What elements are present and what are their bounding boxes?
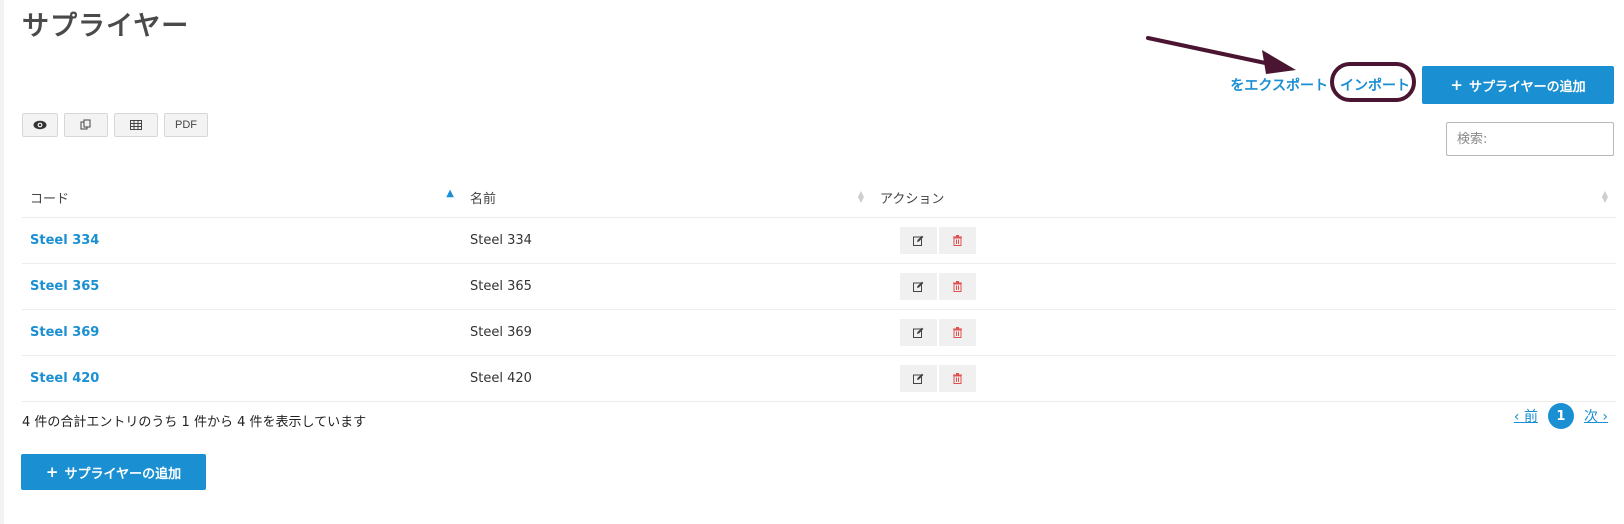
table-header-row: コード ▲ 名前 ▲ ▼ アクション ▲ ▼ (22, 177, 1616, 218)
edit-icon (913, 373, 924, 384)
table-row: Steel 334 Steel 334 (22, 217, 1616, 264)
trash-icon (953, 327, 962, 338)
table-icon (130, 120, 142, 130)
delete-button[interactable] (939, 227, 976, 254)
add-supplier-button-bottom[interactable]: + サプライヤーの追加 (21, 454, 206, 490)
chevron-right-icon: › (1602, 409, 1608, 425)
supplier-code-link[interactable]: Steel 420 (30, 371, 99, 386)
supplier-name: Steel 420 (462, 355, 872, 402)
top-actions: をエクスポート インポート + サプライヤーの追加 (1230, 62, 1614, 104)
pdf-button[interactable]: PDF (164, 113, 208, 137)
supplier-name: Steel 365 (462, 263, 872, 310)
sort-icon: ▲ ▼ (857, 189, 864, 204)
edit-button[interactable] (900, 273, 937, 300)
add-supplier-label: サプライヤーの追加 (1468, 79, 1586, 95)
edit-button[interactable] (900, 227, 937, 254)
row-actions (900, 365, 1608, 392)
trash-icon (953, 235, 962, 246)
view-toggle-button[interactable] (22, 113, 58, 137)
left-edge (0, 0, 4, 524)
search-input[interactable] (1446, 122, 1614, 156)
row-actions (900, 319, 1608, 346)
next-page-link[interactable]: 次 › (1584, 406, 1608, 426)
chevron-left-icon: ‹ (1513, 409, 1520, 425)
edit-button[interactable] (900, 365, 937, 392)
supplier-code-link[interactable]: Steel 334 (30, 233, 99, 248)
import-link[interactable]: インポート (1330, 62, 1416, 102)
column-header-name[interactable]: 名前 ▲ ▼ (462, 177, 872, 218)
eye-icon (33, 120, 47, 130)
table-info: 4 件の合計エントリのうち 1 件から 4 件を表示しています (22, 415, 367, 430)
column-header-code[interactable]: コード ▲ (22, 177, 462, 218)
page-title: サプライヤー (22, 11, 190, 42)
table-row: Steel 369 Steel 369 (22, 309, 1616, 356)
delete-button[interactable] (939, 273, 976, 300)
delete-button[interactable] (939, 319, 976, 346)
prev-page-link[interactable]: ‹ 前 (1514, 406, 1538, 426)
supplier-table: コード ▲ 名前 ▲ ▼ アクション ▲ ▼ Steel 334 Steel 334… (22, 177, 1616, 402)
column-header-actions[interactable]: アクション ▲ ▼ (872, 177, 1616, 218)
table-row: Steel 365 Steel 365 (22, 263, 1616, 310)
edit-button[interactable] (900, 319, 937, 346)
supplier-name: Steel 334 (462, 217, 872, 264)
plus-icon: + (45, 462, 59, 481)
edit-icon (913, 327, 924, 338)
edit-icon (913, 235, 924, 246)
supplier-name: Steel 369 (462, 309, 872, 356)
delete-button[interactable] (939, 365, 976, 392)
plus-icon: + (1450, 75, 1463, 94)
next-page-label: 次 (1583, 409, 1598, 425)
trash-icon (953, 281, 962, 292)
column-name-label: 名前 (470, 191, 497, 207)
column-code-label: コード (30, 191, 70, 207)
excel-button[interactable] (114, 113, 158, 137)
column-actions-label: アクション (880, 191, 945, 207)
add-supplier-button[interactable]: + サプライヤーの追加 (1422, 66, 1614, 104)
copy-button[interactable] (64, 113, 108, 137)
current-page[interactable]: 1 (1547, 403, 1574, 429)
pagination: ‹ 前 1 次 › (1514, 403, 1608, 429)
sort-icon: ▲ ▼ (1601, 189, 1608, 204)
annotation-circle (1330, 62, 1416, 102)
table-row: Steel 420 Steel 420 (22, 355, 1616, 402)
supplier-code-link[interactable]: Steel 365 (30, 279, 99, 294)
copy-icon (80, 119, 91, 130)
row-actions (900, 227, 1608, 254)
add-supplier-label: サプライヤーの追加 (64, 466, 182, 482)
sort-ascending-icon: ▲ (446, 188, 454, 199)
trash-icon (953, 373, 962, 384)
supplier-code-link[interactable]: Steel 369 (30, 325, 99, 340)
prev-page-label: 前 (1523, 409, 1538, 425)
search-area (1446, 122, 1614, 156)
edit-icon (913, 281, 924, 292)
row-actions (900, 273, 1608, 300)
toolbar: PDF (22, 113, 208, 137)
export-link[interactable]: をエクスポート (1230, 75, 1328, 95)
